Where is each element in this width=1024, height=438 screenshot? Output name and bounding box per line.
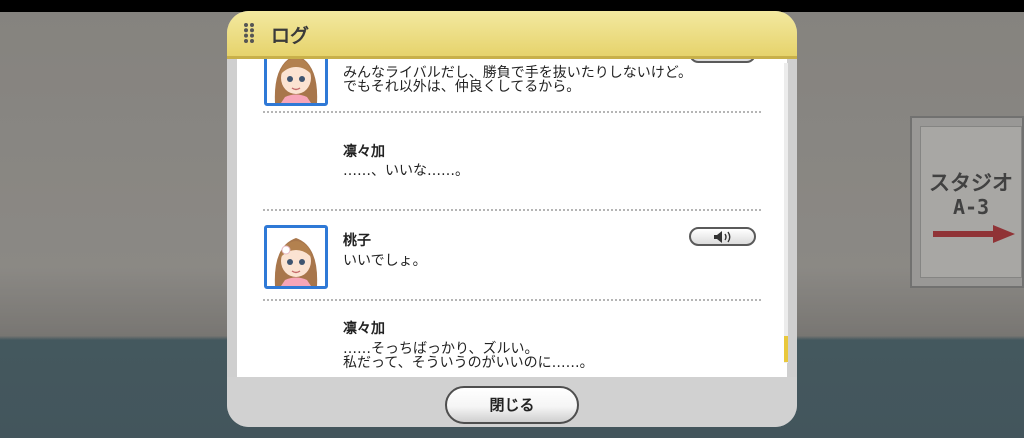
voice-button[interactable] (689, 227, 756, 246)
close-button[interactable]: 閉じる (445, 386, 579, 424)
entry-divider (263, 299, 761, 301)
momoko-portrait-icon (267, 59, 325, 103)
log-message: ……そっちばっかり、ズルい。 私だって、そういうのがいいのに……。 (343, 341, 594, 371)
log-message: ……、いいな……。 (343, 163, 469, 179)
scrollbar-track[interactable] (784, 63, 788, 363)
studio-sign-room: A-3 (952, 195, 990, 219)
entry-divider (263, 209, 761, 211)
log-message: いいでしょ。 (343, 253, 427, 269)
studio-sign-panel: スタジオ A-3 (920, 126, 1022, 278)
avatar (264, 59, 328, 106)
speaker-name: 桃子 (343, 233, 371, 249)
log-list[interactable]: みんなライバルだし、勝負で手を抜いたりしないけど。 でもそれ以外は、仲良くしてる… (237, 59, 787, 377)
dialog-header[interactable]: ログ (227, 11, 797, 59)
entry-divider (263, 111, 761, 113)
log-message: みんなライバルだし、勝負で手を抜いたりしないけど。 でもそれ以外は、仲良くしてる… (343, 65, 693, 95)
scrollbar-thumb[interactable] (784, 336, 788, 362)
speaker-name: 凛々加 (343, 321, 385, 337)
log-dialog: ログ みんなライバルだし、勝負で手を抜いたりしないけど。 でもそれ以外は、仲良く… (227, 11, 797, 427)
momoko-portrait-icon (267, 228, 325, 286)
dialog-title: ログ (271, 25, 310, 47)
drag-handle-icon[interactable] (243, 22, 255, 44)
voice-button[interactable] (689, 59, 756, 63)
studio-sign: スタジオ A-3 (910, 116, 1024, 288)
studio-sign-label: スタジオ (929, 171, 1013, 195)
avatar (264, 225, 328, 289)
speaker-icon (714, 231, 731, 243)
right-arrow-icon (933, 225, 1015, 243)
dialog-footer: 閉じる (227, 377, 797, 427)
speaker-name: 凛々加 (343, 144, 385, 160)
